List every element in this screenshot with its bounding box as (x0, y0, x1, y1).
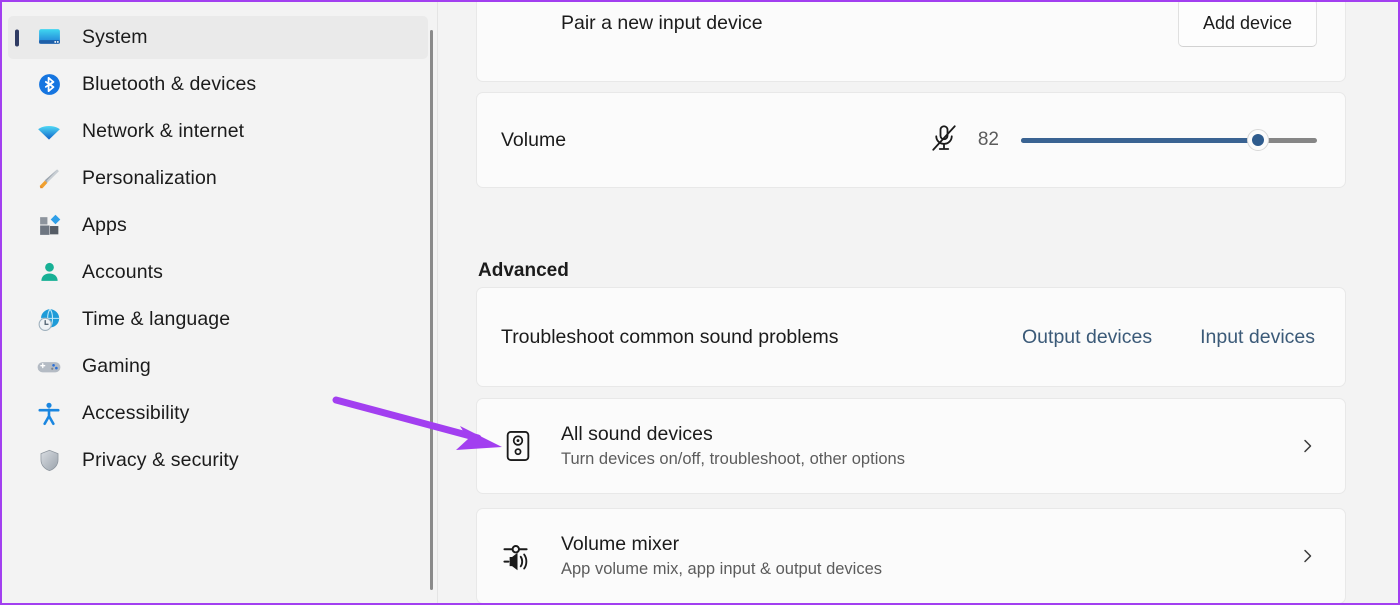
volume-mixer-row[interactable]: Volume mixer App volume mix, app input &… (476, 508, 1346, 603)
volume-label: Volume (501, 128, 567, 151)
sidebar-item-label: Accounts (82, 261, 164, 283)
monitor-icon (36, 25, 62, 51)
sidebar-item-gaming[interactable]: Gaming (8, 345, 428, 388)
chevron-right-icon[interactable] (1297, 435, 1319, 457)
sidebar-item-label: Accessibility (82, 402, 190, 424)
all-sound-devices-subtitle: Turn devices on/off, troubleshoot, other… (561, 450, 905, 468)
output-devices-link[interactable]: Output devices (1022, 326, 1152, 349)
microphone-muted-icon[interactable] (929, 123, 959, 158)
sidebar-item-personalization[interactable]: Personalization (8, 157, 428, 200)
volume-mixer-text: Volume mixer App volume mix, app input &… (561, 533, 882, 579)
chevron-right-icon[interactable] (1297, 545, 1319, 567)
add-device-button[interactable]: Add device (1177, 2, 1317, 47)
sidebar-item-label: Network & internet (82, 120, 245, 142)
slider-thumb[interactable] (1246, 129, 1269, 151)
all-sound-devices-text: All sound devices Turn devices on/off, t… (561, 423, 905, 469)
settings-sidebar: System Bluetooth & devices Network & int… (2, 2, 438, 603)
settings-window: System Bluetooth & devices Network & int… (0, 0, 1400, 605)
sidebar-scrollbar-thumb[interactable] (430, 30, 433, 590)
selection-indicator (15, 29, 19, 46)
sidebar-item-accounts[interactable]: Accounts (8, 251, 428, 294)
person-icon (36, 260, 62, 286)
volume-slider[interactable] (1021, 128, 1317, 152)
sidebar-item-label: Personalization (82, 167, 217, 189)
pair-input-device-card: Pair a new input device Add device (476, 2, 1346, 82)
gamepad-icon (36, 354, 62, 380)
volume-card: Volume 82 (476, 92, 1346, 188)
pair-input-device-title: Pair a new input device (561, 11, 763, 34)
volume-mixer-title: Volume mixer (561, 533, 680, 555)
sidebar-nav-list: System Bluetooth & devices Network & int… (2, 16, 438, 482)
sidebar-item-privacy-security[interactable]: Privacy & security (8, 439, 428, 482)
speaker-box-icon (501, 430, 535, 462)
sidebar-item-system[interactable]: System (8, 16, 428, 59)
sidebar-item-label: Time & language (82, 308, 231, 330)
sidebar-item-time-language[interactable]: Time & language (8, 298, 428, 341)
sidebar-item-apps[interactable]: Apps (8, 204, 428, 247)
sidebar-item-label: Gaming (82, 355, 151, 377)
paintbrush-icon (36, 166, 62, 192)
accessibility-icon (36, 401, 62, 427)
all-sound-devices-title: All sound devices (561, 423, 713, 445)
volume-mixer-subtitle: App volume mix, app input & output devic… (561, 560, 883, 578)
sidebar-item-label: Apps (82, 214, 127, 236)
sidebar-item-label: Privacy & security (82, 449, 239, 471)
sidebar-item-label: Bluetooth & devices (82, 73, 257, 95)
volume-mixer-icon (501, 540, 535, 572)
input-devices-link[interactable]: Input devices (1200, 326, 1315, 349)
sidebar-item-bluetooth-devices[interactable]: Bluetooth & devices (8, 63, 428, 106)
advanced-section-heading: Advanced (478, 259, 569, 281)
bluetooth-icon (36, 72, 62, 98)
sidebar-scrollbar[interactable] (429, 26, 434, 603)
all-sound-devices-row[interactable]: All sound devices Turn devices on/off, t… (476, 398, 1346, 494)
slider-fill (1021, 137, 1258, 143)
troubleshoot-card: Troubleshoot common sound problems Outpu… (476, 287, 1346, 387)
wifi-icon (36, 119, 62, 145)
sidebar-item-network-internet[interactable]: Network & internet (8, 110, 428, 153)
settings-content: Pair a new input device Add device Volum… (438, 2, 1398, 603)
troubleshoot-title: Troubleshoot common sound problems (501, 325, 839, 348)
clock-globe-icon (36, 307, 62, 333)
volume-controls: 82 (929, 123, 1317, 158)
sidebar-item-accessibility[interactable]: Accessibility (8, 392, 428, 435)
volume-value: 82 (977, 129, 999, 150)
shield-icon (36, 448, 62, 474)
apps-icon (36, 213, 62, 239)
sidebar-item-label: System (82, 26, 148, 48)
